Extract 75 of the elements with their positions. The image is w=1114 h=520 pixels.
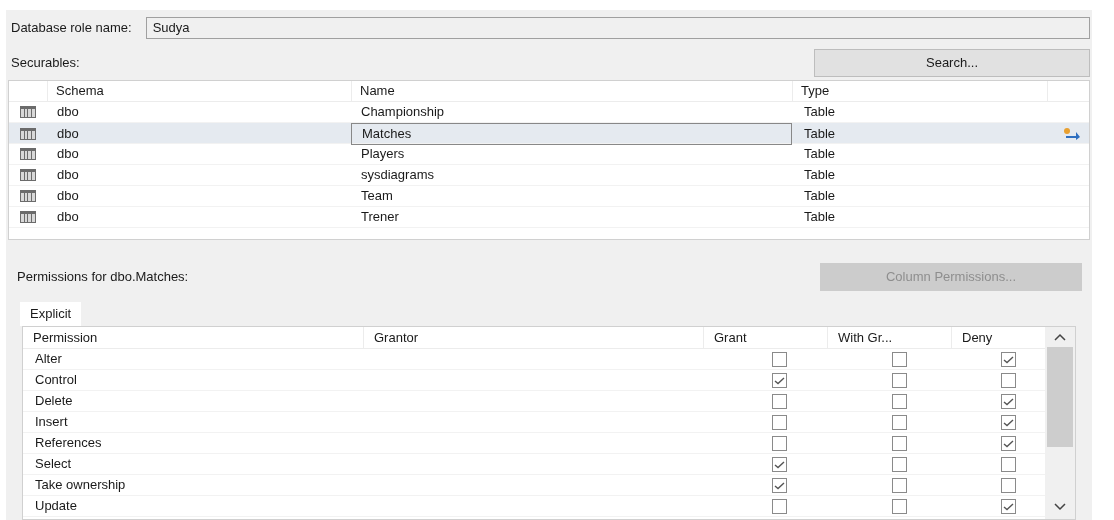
checkbox[interactable] xyxy=(1000,351,1016,367)
checkbox[interactable] xyxy=(1000,456,1016,472)
table-cell-text: Table xyxy=(803,187,837,206)
checkbox[interactable] xyxy=(891,372,907,388)
checkbox[interactable] xyxy=(771,498,787,514)
checkbox[interactable] xyxy=(771,456,787,472)
checkbox[interactable] xyxy=(1000,477,1016,493)
checkbox[interactable] xyxy=(1000,372,1016,388)
section-label: Permissions for dbo.Matches: xyxy=(16,268,189,287)
table-cell-text: Players xyxy=(360,145,406,164)
checkbox[interactable] xyxy=(891,435,907,451)
checkbox[interactable] xyxy=(1000,498,1016,514)
scroll-down-icon[interactable] xyxy=(1054,503,1066,511)
checkbox[interactable] xyxy=(1000,414,1016,430)
column-header[interactable]: Permission xyxy=(23,327,363,348)
scroll-up-icon[interactable] xyxy=(1054,333,1066,341)
edit-pointer-icon xyxy=(1063,126,1081,141)
table-icon xyxy=(20,190,36,202)
scroll-thumb[interactable] xyxy=(1047,347,1073,447)
checkbox[interactable] xyxy=(891,498,907,514)
table-cell-text: Trener xyxy=(360,208,400,227)
table-cell-text: dbo xyxy=(56,208,80,227)
table-cell-text: Table xyxy=(803,208,837,227)
field-label: Database role name: xyxy=(10,19,132,38)
table-cell-text: References xyxy=(34,434,103,453)
search-button[interactable]: Search... xyxy=(814,49,1090,77)
column-header[interactable]: Grantor xyxy=(363,327,703,348)
table-cell-text: Table xyxy=(803,145,837,164)
column-header[interactable]: Name xyxy=(351,81,792,101)
column-header[interactable]: Schema xyxy=(47,81,351,101)
table-cell-text: Championship xyxy=(360,103,446,122)
table-icon xyxy=(20,169,36,181)
table-cell-text: sysdiagrams xyxy=(360,166,435,185)
table-cell-text: Control xyxy=(34,371,78,390)
column-header[interactable]: Type xyxy=(792,81,1047,101)
section-label: Securables: xyxy=(10,54,80,73)
checkbox[interactable] xyxy=(771,393,787,409)
column-header[interactable]: With Gr... xyxy=(827,327,951,348)
scrollbar[interactable] xyxy=(1045,327,1075,519)
table-cell-text: dbo xyxy=(56,145,80,164)
role-name-field[interactable]: Sudya xyxy=(145,17,1090,39)
table-cell-text: Table xyxy=(803,103,837,122)
table-icon xyxy=(20,106,36,118)
table-cell-text: Delete xyxy=(34,392,74,411)
table-cell: Matches xyxy=(351,123,792,145)
checkbox[interactable] xyxy=(771,372,787,388)
checkbox[interactable] xyxy=(1000,393,1016,409)
checkbox[interactable] xyxy=(1000,435,1016,451)
tab[interactable]: Explicit xyxy=(20,302,82,326)
table-cell-text: Select xyxy=(34,455,73,474)
table-cell-text: dbo xyxy=(56,187,80,206)
checkbox[interactable] xyxy=(891,414,907,430)
table-icon xyxy=(20,127,36,140)
checkbox[interactable] xyxy=(771,351,787,367)
checkbox[interactable] xyxy=(771,477,787,493)
table-cell-text: Table xyxy=(803,166,837,185)
table-icon xyxy=(20,148,36,160)
table-cell-text: dbo xyxy=(56,125,80,143)
table-cell-text: Insert xyxy=(34,413,69,432)
checkbox[interactable] xyxy=(891,351,907,367)
table-cell-text: Update xyxy=(34,497,78,516)
table-cell-text: dbo xyxy=(56,166,80,185)
checkbox[interactable] xyxy=(771,414,787,430)
checkbox[interactable] xyxy=(891,477,907,493)
column-header[interactable]: Grant xyxy=(703,327,827,348)
table-cell-text: Take ownership xyxy=(34,476,127,495)
table-cell-text: dbo xyxy=(56,103,80,122)
table-cell-text: Alter xyxy=(34,350,63,369)
table-cell-text: Table xyxy=(803,125,837,143)
table-icon xyxy=(20,211,36,223)
table-row[interactable]: dbo Matches Table xyxy=(9,123,1089,144)
table-cell-text: Team xyxy=(360,187,394,206)
checkbox[interactable] xyxy=(771,435,787,451)
checkbox[interactable] xyxy=(891,456,907,472)
checkbox[interactable] xyxy=(891,393,907,409)
